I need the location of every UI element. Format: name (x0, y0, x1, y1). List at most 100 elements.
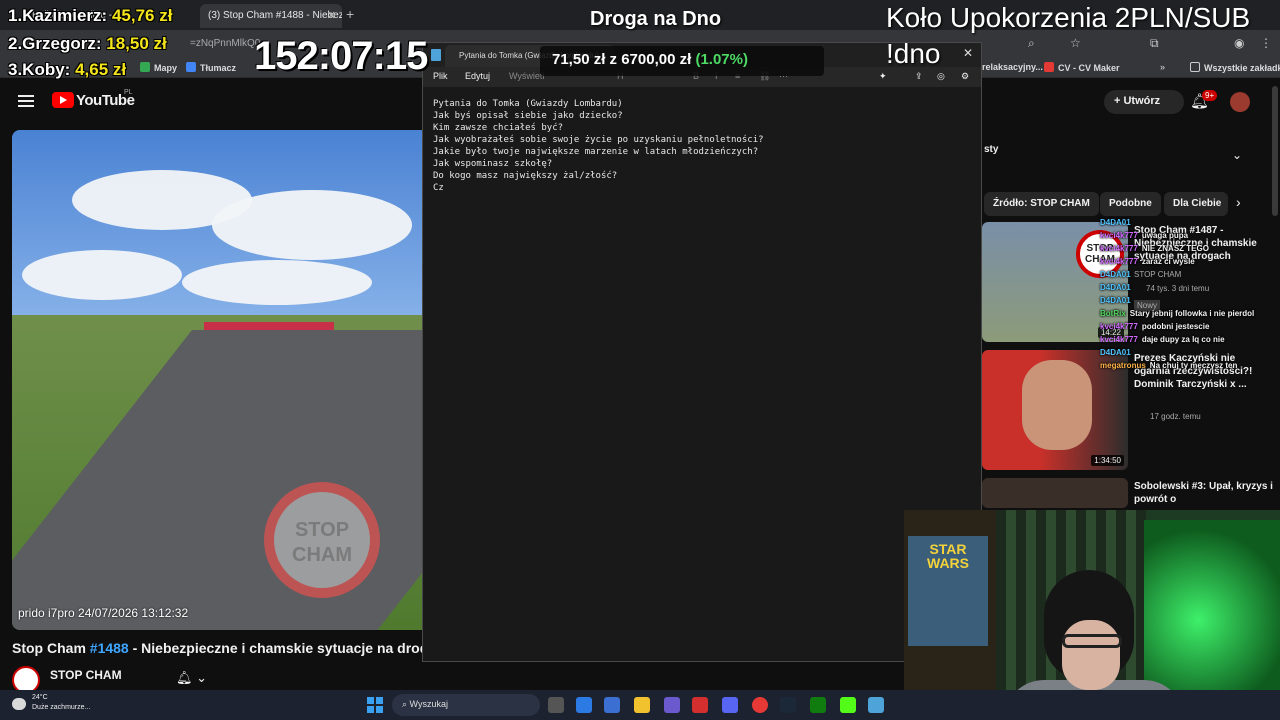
xbox-icon[interactable] (810, 697, 826, 713)
title-rest: - Niebezpieczne i chamskie sytuacje na d… (128, 640, 424, 656)
recommendation-title[interactable]: Sobolewski #3: Upał, kryzys i powrót o (1134, 480, 1274, 506)
recommendation-thumbnail[interactable] (982, 478, 1128, 508)
cv-icon (1044, 62, 1054, 72)
app-icon[interactable] (692, 697, 708, 713)
bookmark-label: Wszystkie zakładki (1204, 63, 1280, 73)
channel-name[interactable]: STOP CHAM (50, 668, 122, 682)
cloud (182, 260, 372, 305)
thumbnail-face (1022, 360, 1092, 450)
close-tab-icon[interactable]: ✕ (327, 9, 336, 22)
menu-file[interactable]: Plik (433, 71, 448, 81)
chip-source[interactable]: Źródło: STOP CHAM (984, 192, 1099, 216)
leader-name: 2.Grzegorz: (8, 34, 102, 53)
account-icon[interactable]: ◎ (937, 71, 945, 82)
stop-cham-watermark: STOP CHAM (264, 482, 380, 598)
zoom-icon[interactable]: ⌕ (1028, 36, 1035, 51)
copilot-icon[interactable] (576, 697, 592, 713)
text-line: Do kogo masz największy żal/złość? (433, 171, 618, 181)
chat-user: D4DA01 (1100, 348, 1131, 357)
folder-icon[interactable] (634, 697, 650, 713)
overlay-command: !dno (886, 38, 941, 69)
chevron-right-icon[interactable]: › (1236, 194, 1241, 210)
kick-icon[interactable] (840, 697, 856, 713)
recommendation-meta: 17 godz. temu (1150, 412, 1201, 421)
bookmark-translate[interactable]: Tłumacz (186, 62, 236, 73)
leader-amount: 45,76 zł (111, 6, 173, 25)
weather-widget[interactable]: 24°C Duże zachmurze... (32, 693, 90, 713)
scrollbar[interactable] (1272, 86, 1278, 216)
leader-amount: 4,65 zł (75, 60, 127, 79)
notepad-icon[interactable] (868, 697, 884, 713)
bookmark-all[interactable]: Wszystkie zakładki (1190, 62, 1280, 73)
chevron-down-icon[interactable]: ⌄ (1232, 148, 1242, 162)
goal-target: 6700,00 zł (621, 51, 692, 68)
steam-icon[interactable] (780, 697, 796, 713)
bookmark-maps[interactable]: Mapy (140, 62, 177, 73)
chip-for-you[interactable]: Dla Ciebie (1164, 192, 1228, 216)
chat-text: podobni jestescie (1141, 322, 1210, 331)
chat-message: kvci4k777 zaraz ci wysle (1100, 255, 1260, 268)
temperature: 24°C (32, 694, 48, 701)
app-icon[interactable] (664, 697, 680, 713)
star-icon[interactable]: ☆ (1070, 36, 1081, 50)
leader-amount: 18,50 zł (106, 34, 167, 53)
chat-message: kvci4k777 NIE ZNASZ TEGO (1100, 242, 1260, 255)
chat-message: D4DA01 (1100, 268, 1260, 281)
goal-percent: (1.07%) (691, 51, 748, 68)
create-label: Utwórz (1123, 95, 1161, 107)
chat-user: BotRix (1100, 309, 1126, 318)
chip-similar[interactable]: Podobne (1100, 192, 1161, 216)
leaderboard-1: 1.Kazimierz: 45,76 zł (8, 6, 172, 26)
share-icon[interactable]: ⇪ (915, 71, 923, 82)
extensions-icon[interactable]: ⧉ (1150, 36, 1159, 51)
donation-goal: 71,50 zł z 6700,00 zł (1.07%) (540, 46, 824, 76)
chrome-icon[interactable] (752, 697, 768, 713)
bell-icon[interactable]: 🔔︎ ⌄ (176, 670, 207, 686)
maps-icon (140, 62, 150, 72)
discord-icon[interactable] (722, 697, 738, 713)
search-label: Wyszukaj (409, 699, 448, 709)
store-icon[interactable] (604, 697, 620, 713)
chat-user: kvci4k777 (1100, 335, 1138, 344)
tab-stop-cham[interactable]: (3) Stop Cham #1488 - Niebezp ✕ (200, 4, 342, 28)
taskbar: 24°C Duże zachmurze... ⌕ Wyszukaj (0, 690, 1280, 720)
bookmarks-overflow-icon[interactable]: » (1160, 62, 1165, 72)
title-hashtag[interactable]: #1488 (90, 640, 129, 656)
gear-icon[interactable]: ⚙ (961, 71, 969, 82)
chat-text: zaraz ci wysle (1141, 257, 1195, 266)
new-tab-icon[interactable]: + (346, 6, 354, 22)
bookmark-cv-maker[interactable]: CV - CV Maker (1044, 62, 1120, 73)
profile-icon[interactable]: ◉ (1234, 36, 1244, 50)
cloud-icon (12, 698, 26, 710)
chat-text: NIE ZNASZ TEGO (1141, 244, 1209, 253)
video-player[interactable]: STOP CHAM prido i7pro 24/07/2026 13:12:3… (12, 130, 422, 630)
cloud (212, 190, 412, 260)
more-icon[interactable]: ⋮ (1260, 36, 1272, 50)
menu-edit[interactable]: Edytuj (465, 71, 490, 81)
avatar[interactable] (1230, 92, 1250, 112)
bookmark-label: CV - CV Maker (1058, 63, 1120, 73)
chat-user: kvci4k777 (1100, 231, 1138, 240)
chat-message: D4DA01 (1100, 216, 1260, 229)
windows-start-icon[interactable] (367, 697, 383, 713)
chat-user: kvci4k777 (1100, 257, 1138, 266)
chat-user: D4DA01 (1100, 283, 1131, 292)
copilot-icon[interactable]: ✦ (879, 71, 887, 82)
bookmark-relax[interactable]: relaksacyjny... (982, 62, 1043, 72)
text-line: Cz (433, 183, 444, 193)
taskbar-search[interactable]: ⌕ Wyszukaj (392, 694, 540, 716)
chat-message: megatronus Na chuj ty męczysz ten (1100, 359, 1260, 372)
close-icon[interactable]: ✕ (963, 46, 973, 60)
leader-name: 3.Koby: (8, 60, 71, 79)
screen: Kalkulator online - d... (3) Stop Cham #… (0, 0, 1280, 720)
notepad-text-area[interactable]: Pytania do Tomka (Gwiazdy Lombardu) Jak … (423, 87, 981, 661)
task-view-icon[interactable] (548, 697, 564, 713)
youtube-logo-icon[interactable] (52, 92, 74, 108)
video-title: Stop Cham #1488 - Niebezpieczne i chamsk… (12, 640, 424, 656)
stream-chat: D4DA01 kvci4k777 uwaga pupa kvci4k777 NIE … (1100, 216, 1260, 372)
hamburger-menu-icon[interactable] (18, 95, 34, 107)
create-button[interactable]: + Utwórz (1104, 90, 1184, 114)
folder-icon (1190, 62, 1200, 72)
chat-text: uwaga pupa (1141, 231, 1189, 240)
notepad-window[interactable]: Pytania do Tomka (Gwiazdy Lombardu) ✕ Pl… (422, 42, 982, 662)
